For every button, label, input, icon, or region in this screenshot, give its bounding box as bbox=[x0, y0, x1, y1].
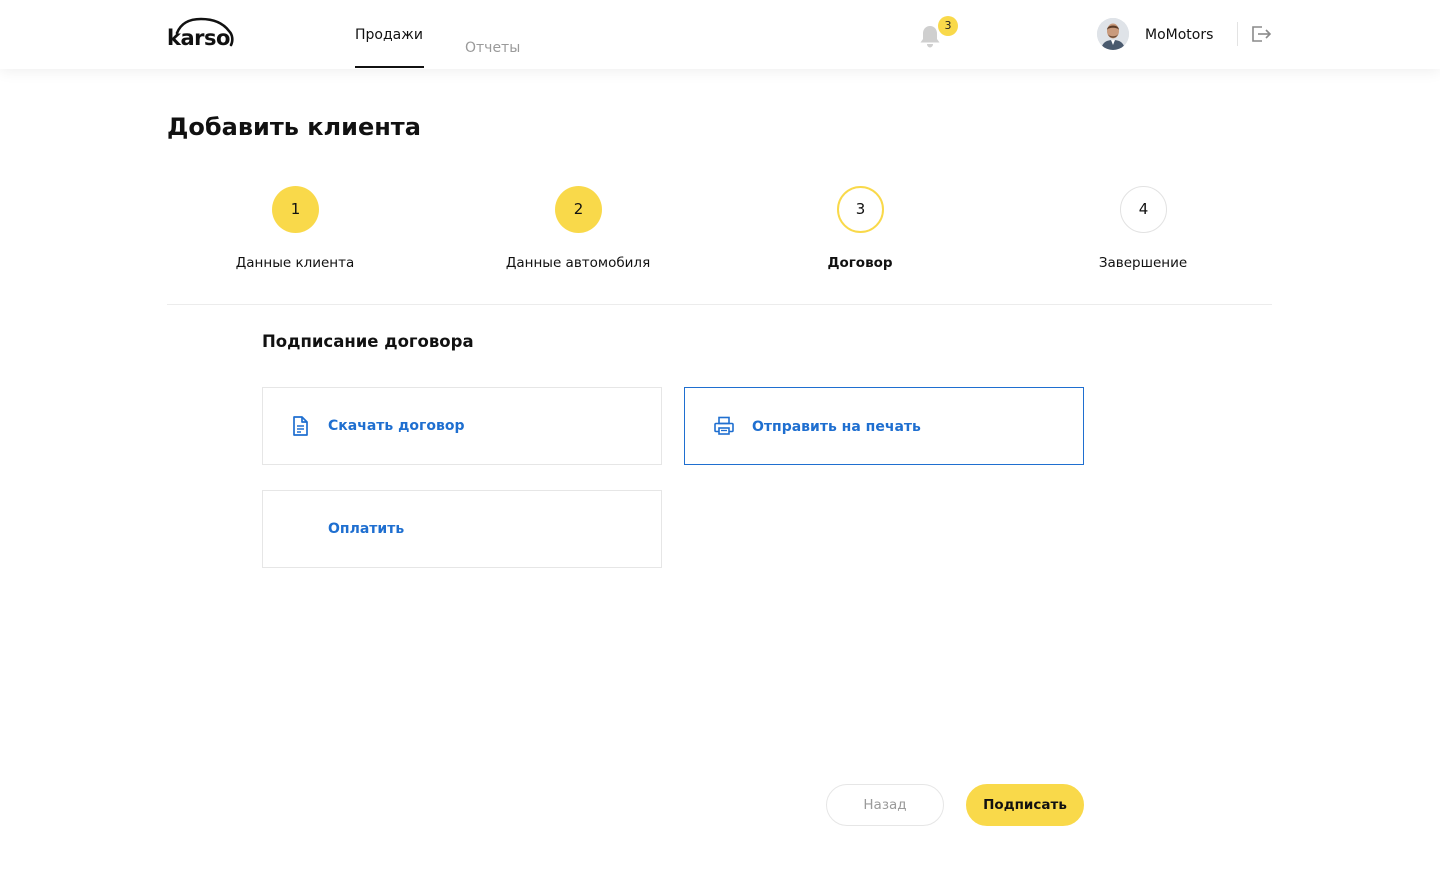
header-divider bbox=[1237, 22, 1238, 46]
pay-label: Оплатить bbox=[328, 521, 405, 537]
stepper-divider bbox=[167, 304, 1272, 305]
download-contract-label: Скачать договор bbox=[328, 418, 465, 434]
document-icon bbox=[289, 415, 311, 437]
nav-sales[interactable]: Продажи bbox=[355, 26, 423, 44]
printer-icon bbox=[713, 416, 735, 438]
active-nav-indicator bbox=[355, 66, 424, 68]
pay-button[interactable]: Оплатить bbox=[262, 490, 662, 568]
logout-icon[interactable] bbox=[1250, 24, 1272, 44]
step-label: Данные клиента bbox=[235, 255, 355, 271]
logo-text: karso bbox=[167, 26, 230, 50]
page-title: Добавить клиента bbox=[167, 113, 421, 141]
step-number: 1 bbox=[272, 186, 319, 233]
karso-logo[interactable]: karso bbox=[167, 17, 237, 49]
step-number: 2 bbox=[555, 186, 602, 233]
step-label: Договор bbox=[827, 255, 893, 271]
step-completion[interactable]: 4 Завершение bbox=[1043, 186, 1243, 276]
send-to-print-button[interactable]: Отправить на печать bbox=[684, 387, 1084, 465]
user-photo-icon bbox=[1097, 18, 1129, 50]
step-label: Данные автомобиля bbox=[505, 255, 651, 271]
step-contract[interactable]: 3 Договор bbox=[760, 186, 960, 276]
top-header: karso Продажи Отчеты 3 MoMotors bbox=[0, 0, 1440, 69]
sign-button[interactable]: Подписать bbox=[966, 784, 1084, 826]
step-number: 4 bbox=[1120, 186, 1167, 233]
step-number: 3 bbox=[837, 186, 884, 233]
step-label: Завершение bbox=[1098, 255, 1188, 271]
send-to-print-label: Отправить на печать bbox=[752, 419, 921, 435]
back-button[interactable]: Назад bbox=[826, 784, 944, 826]
step-client-data[interactable]: 1 Данные клиента bbox=[195, 186, 395, 276]
notification-badge: 3 bbox=[938, 16, 958, 36]
section-title: Подписание договора bbox=[262, 332, 474, 351]
avatar[interactable] bbox=[1097, 18, 1129, 50]
download-contract-button[interactable]: Скачать договор bbox=[262, 387, 662, 465]
step-car-data[interactable]: 2 Данные автомобиля bbox=[478, 186, 678, 276]
user-name[interactable]: MoMotors bbox=[1145, 26, 1213, 44]
nav-reports[interactable]: Отчеты bbox=[465, 39, 520, 57]
